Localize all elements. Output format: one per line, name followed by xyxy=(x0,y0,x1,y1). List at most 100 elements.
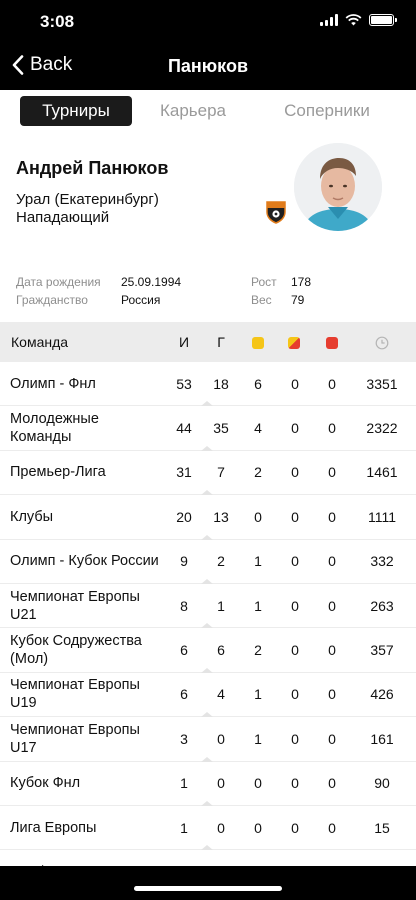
goals-value: 7 xyxy=(217,464,225,481)
yellow-cards-value: 1 xyxy=(254,553,262,570)
signal-icon xyxy=(320,14,338,26)
team-name: Чемпионат Европы U17 xyxy=(10,721,140,756)
table-row[interactable]: Чемпионат Европы U19 6 4 1 0 0 426 xyxy=(0,673,416,718)
red-cards-value: 0 xyxy=(328,819,336,836)
minutes-value: 90 xyxy=(374,775,390,792)
team-name: Премьер-Лига xyxy=(10,464,106,481)
citizenship-label: Гражданство xyxy=(16,293,88,307)
games-value: 9 xyxy=(180,553,188,570)
yellow-cards-value: 2 xyxy=(254,464,262,481)
home-indicator[interactable] xyxy=(134,886,282,891)
red-cards-value: 0 xyxy=(328,597,336,614)
minutes-value: 357 xyxy=(370,642,394,659)
games-value: 8 xyxy=(180,597,188,614)
yellow-red-cards-value: 0 xyxy=(291,464,299,481)
battery-icon xyxy=(369,14,397,26)
yellow-cards-value: 0 xyxy=(254,819,262,836)
home-indicator-bar xyxy=(0,866,416,900)
table-row[interactable]: Премьер-Лига 31 7 2 0 0 1461 xyxy=(0,451,416,496)
goals-value: 4 xyxy=(217,686,225,703)
table-row[interactable]: Чемпионат Европы U21 8 1 1 0 0 263 xyxy=(0,584,416,629)
red-cards-value: 0 xyxy=(328,642,336,659)
minutes-value: 15 xyxy=(374,819,390,836)
team-name: Кубок Содружества (Мол) xyxy=(10,633,142,668)
weight-label: Вес xyxy=(251,293,272,307)
minutes-value: 263 xyxy=(370,597,394,614)
games-value: 31 xyxy=(176,464,192,481)
yellow-red-card-icon[interactable] xyxy=(288,337,300,349)
citizenship-value: Россия xyxy=(121,293,161,307)
weight-value: 79 xyxy=(291,293,305,307)
red-card-icon[interactable] xyxy=(326,337,338,349)
player-name: Андрей Панюков xyxy=(16,158,169,178)
red-cards-value: 0 xyxy=(328,420,336,437)
tab-career[interactable]: Карьера xyxy=(132,96,254,126)
goals-value: 0 xyxy=(217,775,225,792)
games-value: 44 xyxy=(176,420,192,437)
wifi-icon xyxy=(345,14,362,26)
minutes-value: 1461 xyxy=(366,464,398,481)
status-icons xyxy=(320,14,397,26)
red-cards-value: 0 xyxy=(328,775,336,792)
team-name: Лига Европы xyxy=(10,819,97,836)
yellow-cards-value: 0 xyxy=(254,508,262,525)
yellow-red-cards-value: 0 xyxy=(291,553,299,570)
yellow-cards-value: 0 xyxy=(254,775,262,792)
goals-value: 13 xyxy=(213,508,229,525)
stats-table-header: Команда И Г xyxy=(0,322,416,362)
games-value: 53 xyxy=(176,375,192,392)
games-value: 6 xyxy=(180,642,188,659)
table-row[interactable]: Кубок Фнл 1 0 0 0 0 90 xyxy=(0,762,416,806)
yellow-red-cards-value: 0 xyxy=(291,642,299,659)
team-name: Чемпионат Европы U19 xyxy=(10,677,140,712)
yellow-cards-value: 6 xyxy=(254,375,262,392)
minutes-value: 426 xyxy=(370,686,394,703)
goals-value: 1 xyxy=(217,597,225,614)
table-row[interactable]: Олимп - Кубок России 9 2 1 0 0 332 xyxy=(0,540,416,584)
table-row[interactable]: Олимп - Фнл 53 18 6 0 0 3351 xyxy=(0,362,416,407)
minutes-value: 1111 xyxy=(367,508,397,525)
stats-table-body: Олимп - Фнл 53 18 6 0 0 3351 Молодежные Команды… xyxy=(0,362,416,866)
yellow-cards-value: 4 xyxy=(254,420,262,437)
tab-bar: Турниры Карьера Соперники xyxy=(20,96,400,126)
yellow-red-cards-value: 0 xyxy=(291,730,299,747)
yellow-cards-value: 2 xyxy=(254,642,262,659)
goals-value: 35 xyxy=(213,420,229,437)
player-club[interactable]: Урал (Екатеринбург) xyxy=(16,191,159,208)
yellow-red-cards-value: 0 xyxy=(291,775,299,792)
games-value: 1 xyxy=(180,819,188,836)
yellow-red-cards-value: 0 xyxy=(291,508,299,525)
table-row[interactable]: Лига Европы 1 0 0 0 0 15 xyxy=(0,806,416,851)
yellow-card-icon[interactable] xyxy=(252,337,264,349)
games-value: 3 xyxy=(180,730,188,747)
goals-value: 0 xyxy=(217,730,225,747)
tab-opponents[interactable]: Соперники xyxy=(254,96,400,126)
table-row[interactable]: Молодежные Команды 44 35 4 0 0 2322 xyxy=(0,406,416,451)
tab-tournaments[interactable]: Турниры xyxy=(20,96,132,126)
team-name: Чемпионат Европы U21 xyxy=(10,588,140,623)
red-cards-value: 0 xyxy=(328,686,336,703)
height-label: Рост xyxy=(251,275,277,289)
page-title: Панюков xyxy=(167,56,249,76)
team-name: Олимп - Кубок России xyxy=(10,553,159,570)
games-value: 20 xyxy=(176,508,192,525)
yellow-red-cards-value: 0 xyxy=(291,597,299,614)
yellow-cards-value: 1 xyxy=(254,730,262,747)
table-row[interactable]: Кубок Содружества (Мол) 6 6 2 0 0 357 xyxy=(0,628,416,673)
table-row[interactable]: Чемпионат Европы U17 3 0 1 0 0 161 xyxy=(0,717,416,762)
games-value: 6 xyxy=(180,686,188,703)
birth-date-label: Дата рождения xyxy=(16,275,101,289)
club-logo-icon[interactable] xyxy=(265,200,287,224)
table-row[interactable]: Клубы 20 13 0 0 0 1111 xyxy=(0,495,416,540)
table-row[interactable]: Неофициальные1000015 xyxy=(0,850,416,866)
goals-value: 6 xyxy=(217,642,225,659)
clock-icon[interactable] xyxy=(375,336,389,350)
yellow-red-cards-value: 0 xyxy=(291,420,299,437)
goals-column-header[interactable]: Г xyxy=(211,334,231,350)
yellow-red-cards-value: 0 xyxy=(291,375,299,392)
goals-value: 18 xyxy=(213,375,229,392)
games-column-header[interactable]: И xyxy=(174,334,194,350)
team-column-header[interactable]: Команда xyxy=(11,334,68,350)
games-value: 1 xyxy=(180,775,188,792)
minutes-value: 161 xyxy=(370,730,394,747)
